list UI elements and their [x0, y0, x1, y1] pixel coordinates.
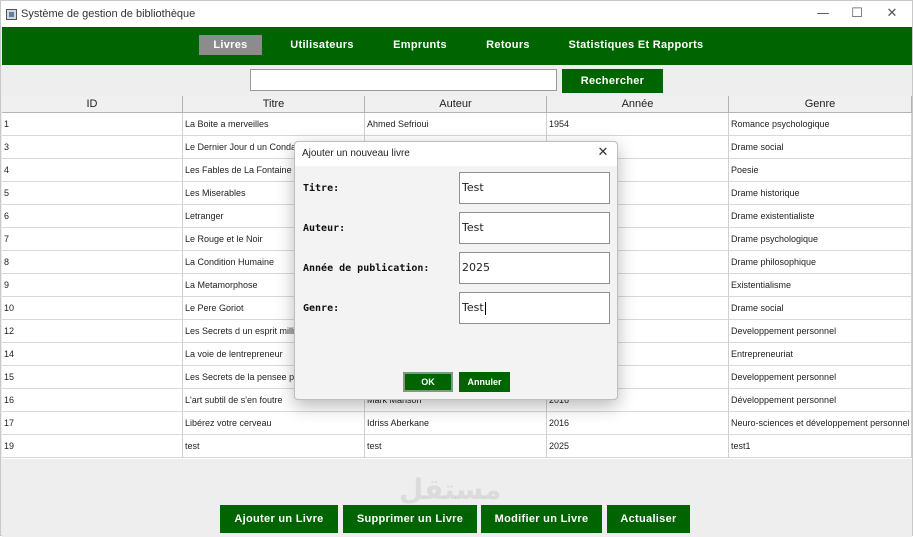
- genre-field-text: Test: [462, 301, 484, 314]
- table-cell[interactable]: 9: [2, 274, 183, 297]
- titre-label: Titre:: [303, 183, 340, 194]
- table-cell[interactable]: Idriss Aberkane: [365, 412, 547, 435]
- table-cell[interactable]: Existentialisme: [729, 274, 912, 297]
- table-cell[interactable]: Drame social: [729, 136, 912, 159]
- column-header-id[interactable]: ID: [2, 96, 183, 113]
- table-cell[interactable]: Neuro-sciences et développement personne…: [729, 412, 912, 435]
- refresh-button[interactable]: Actualiser: [607, 505, 690, 533]
- add-book-button[interactable]: Ajouter un Livre: [220, 505, 338, 533]
- table-cell[interactable]: Développement personnel: [729, 389, 912, 412]
- table-cell[interactable]: 8: [2, 251, 183, 274]
- table-cell[interactable]: 19: [2, 435, 183, 458]
- edit-book-button[interactable]: Modifier un Livre: [481, 505, 602, 533]
- table-cell[interactable]: Drame existentialiste: [729, 205, 912, 228]
- table-cell[interactable]: test1: [729, 435, 912, 458]
- table-cell[interactable]: Drame social: [729, 297, 912, 320]
- text-caret: [484, 301, 486, 315]
- table-cell[interactable]: Romance psychologique: [729, 113, 912, 136]
- title-bar[interactable]: Système de gestion de bibliothèque — ☐ ✕: [1, 1, 912, 27]
- search-input[interactable]: [250, 69, 557, 91]
- table-cell[interactable]: 15: [2, 366, 183, 389]
- table-row[interactable]: 19 test test 2025 test1: [2, 435, 912, 458]
- nav-tab-statistiques[interactable]: Statistiques Et Rapports: [563, 35, 709, 55]
- table-cell[interactable]: Drame historique: [729, 182, 912, 205]
- table-cell[interactable]: 3: [2, 136, 183, 159]
- table-cell[interactable]: 12: [2, 320, 183, 343]
- table-cell[interactable]: 16: [2, 389, 183, 412]
- maximize-icon[interactable]: ☐: [842, 4, 872, 24]
- table-cell[interactable]: 2016: [547, 412, 729, 435]
- main-navbar: Livres Utilisateurs Emprunts Retours Sta…: [2, 27, 912, 65]
- table-cell[interactable]: 5: [2, 182, 183, 205]
- table-cell[interactable]: test: [183, 435, 365, 458]
- table-cell[interactable]: Drame philosophique: [729, 251, 912, 274]
- search-button[interactable]: Rechercher: [562, 69, 663, 93]
- app-window: Système de gestion de bibliothèque — ☐ ✕…: [0, 0, 913, 537]
- column-header-annee[interactable]: Année: [547, 96, 729, 113]
- annee-field[interactable]: 2025: [459, 252, 610, 284]
- column-header-titre[interactable]: Titre: [183, 96, 365, 113]
- dialog-title: Ajouter un nouveau livre: [302, 148, 410, 159]
- table-cell[interactable]: Poesie: [729, 159, 912, 182]
- table-cell[interactable]: Drame psychologique: [729, 228, 912, 251]
- table-cell[interactable]: 6: [2, 205, 183, 228]
- java-app-icon: [6, 9, 17, 20]
- table-row[interactable]: 1 La Boite a merveilles Ahmed Sefrioui 1954…: [2, 113, 912, 136]
- table-row[interactable]: 17 Libérez votre cerveau Idriss Aberkane 20…: [2, 412, 912, 435]
- search-row: Rechercher: [2, 65, 912, 95]
- action-bar: Ajouter un Livre Supprimer un Livre Modi…: [2, 499, 912, 537]
- table-cell[interactable]: Ahmed Sefrioui: [365, 113, 547, 136]
- table-cell[interactable]: Developpement personnel: [729, 366, 912, 389]
- table-cell[interactable]: Developpement personnel: [729, 320, 912, 343]
- table-cell[interactable]: 1: [2, 113, 183, 136]
- table-cell[interactable]: La Boite a merveilles: [183, 113, 365, 136]
- delete-book-button[interactable]: Supprimer un Livre: [343, 505, 477, 533]
- table-cell[interactable]: 17: [2, 412, 183, 435]
- auteur-label: Auteur:: [303, 223, 346, 234]
- auteur-field[interactable]: Test: [459, 212, 610, 244]
- genre-field[interactable]: Test: [459, 292, 610, 324]
- dialog-title-bar[interactable]: Ajouter un nouveau livre ✕: [295, 142, 617, 166]
- cancel-button[interactable]: Annuler: [459, 372, 510, 392]
- ok-button[interactable]: OK: [403, 372, 453, 392]
- genre-label: Genre:: [303, 303, 340, 314]
- table-cell[interactable]: Libérez votre cerveau: [183, 412, 365, 435]
- table-cell[interactable]: 1954: [547, 113, 729, 136]
- dialog-close-icon[interactable]: ✕: [595, 145, 611, 161]
- nav-tab-emprunts[interactable]: Emprunts: [387, 35, 453, 55]
- table-cell[interactable]: 10: [2, 297, 183, 320]
- table-cell[interactable]: Entrepreneuriat: [729, 343, 912, 366]
- add-book-dialog: Ajouter un nouveau livre ✕ Titre: Test A…: [294, 141, 618, 400]
- window-title: Système de gestion de bibliothèque: [21, 8, 196, 20]
- minimize-icon[interactable]: —: [808, 4, 838, 24]
- table-cell[interactable]: 2025: [547, 435, 729, 458]
- table-cell[interactable]: 14: [2, 343, 183, 366]
- column-header-genre[interactable]: Genre: [729, 96, 912, 113]
- titre-field[interactable]: Test: [459, 172, 610, 204]
- nav-tab-livres[interactable]: Livres: [199, 35, 262, 55]
- nav-tab-utilisateurs[interactable]: Utilisateurs: [284, 35, 360, 55]
- nav-tab-retours[interactable]: Retours: [480, 35, 536, 55]
- table-header: ID Titre Auteur Année Genre: [2, 96, 912, 113]
- close-icon[interactable]: ✕: [877, 4, 907, 24]
- table-cell[interactable]: 7: [2, 228, 183, 251]
- table-cell[interactable]: 4: [2, 159, 183, 182]
- table-empty-area: [2, 459, 912, 499]
- annee-label: Année de publication:: [303, 263, 430, 274]
- table-cell[interactable]: test: [365, 435, 547, 458]
- column-header-auteur[interactable]: Auteur: [365, 96, 547, 113]
